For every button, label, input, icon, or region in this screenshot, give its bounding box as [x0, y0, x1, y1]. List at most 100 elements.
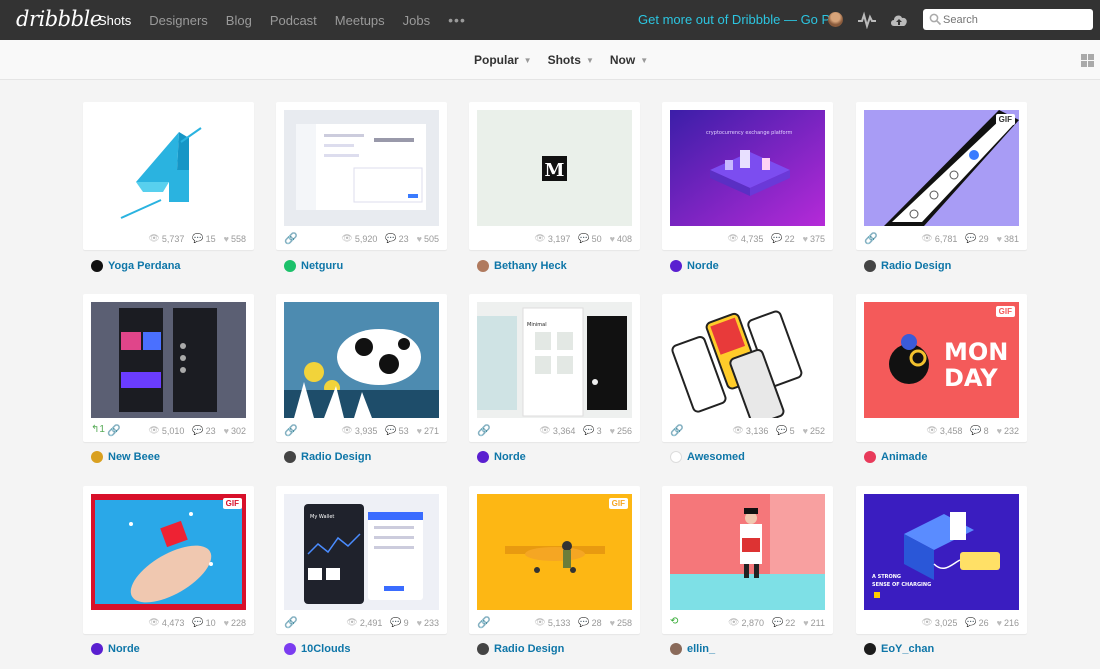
- heart-icon[interactable]: ♥: [224, 618, 229, 628]
- shot-thumbnail[interactable]: [91, 110, 246, 226]
- shot-thumbnail[interactable]: [284, 302, 439, 418]
- shot-thumbnail[interactable]: GIF: [864, 110, 1019, 226]
- heart-icon[interactable]: ♥: [803, 234, 808, 244]
- shot-author[interactable]: Radio Design: [477, 643, 564, 655]
- rebound-indicator[interactable]: ⟲: [670, 616, 678, 627]
- shot-author[interactable]: Radio Design: [284, 451, 371, 463]
- dribbble-logo[interactable]: dribbble: [16, 7, 102, 31]
- heart-icon[interactable]: ♥: [417, 426, 422, 436]
- shot-thumbnail[interactable]: [91, 302, 246, 418]
- attachment-link-icon[interactable]: 🔗: [864, 232, 878, 245]
- author-name[interactable]: Norde: [687, 260, 719, 272]
- grid-view-icon[interactable]: [1081, 54, 1094, 67]
- user-avatar[interactable]: [828, 12, 843, 27]
- shot-thumbnail[interactable]: M: [477, 110, 632, 226]
- author-name[interactable]: Yoga Perdana: [108, 260, 181, 272]
- shot-card[interactable]: 👁 5,737 💬 15 ♥ 558: [83, 102, 254, 250]
- shot-thumbnail[interactable]: GIF: [91, 494, 246, 610]
- heart-icon[interactable]: ♥: [417, 618, 422, 628]
- author-name[interactable]: Bethany Heck: [494, 260, 567, 272]
- heart-icon[interactable]: ♥: [997, 234, 1002, 244]
- shot-card[interactable]: GIF 🔗 👁 5,133 💬 28 ♥ 258: [469, 486, 640, 634]
- shot-card[interactable]: ↰1 🔗 👁 5,010 💬 23 ♥ 302: [83, 294, 254, 442]
- author-name[interactable]: New Beee: [108, 451, 160, 463]
- shot-thumbnail[interactable]: My Wallet: [284, 494, 439, 610]
- shot-author[interactable]: Norde: [477, 451, 526, 463]
- shot-thumbnail[interactable]: [284, 110, 439, 226]
- author-name[interactable]: Norde: [108, 643, 140, 655]
- shot-author[interactable]: 10Clouds: [284, 643, 351, 655]
- activity-icon[interactable]: [857, 11, 877, 29]
- attachment-link-icon[interactable]: 🔗: [477, 616, 491, 629]
- shot-card[interactable]: ⟲ 👁 2,870 💬 22 ♥ 211: [662, 486, 833, 634]
- attachment-link-icon[interactable]: 🔗: [477, 424, 491, 437]
- attachment-link-icon[interactable]: 🔗: [670, 424, 684, 437]
- attachment-link-icon[interactable]: 🔗: [284, 616, 298, 629]
- shot-card[interactable]: My Wallet 🔗 👁 2,491 💬 9 ♥ 233: [276, 486, 447, 634]
- nav-jobs[interactable]: Jobs: [403, 13, 430, 28]
- shot-thumbnail[interactable]: [670, 302, 825, 418]
- shot-thumbnail[interactable]: MON DAY GIF: [864, 302, 1019, 418]
- shot-thumbnail[interactable]: Minimal: [477, 302, 632, 418]
- nav-meetups[interactable]: Meetups: [335, 13, 385, 28]
- shot-card[interactable]: M 👁 3,197 💬 50 ♥ 408: [469, 102, 640, 250]
- author-name[interactable]: Animade: [881, 451, 927, 463]
- author-name[interactable]: Radio Design: [301, 451, 371, 463]
- heart-icon[interactable]: ♥: [803, 426, 808, 436]
- shot-thumbnail[interactable]: [670, 494, 825, 610]
- shot-card[interactable]: Minimal 🔗 👁 3,364 💬 3 ♥ 256: [469, 294, 640, 442]
- heart-icon[interactable]: ♥: [224, 234, 229, 244]
- filter-popular[interactable]: Popular ▼: [474, 53, 532, 67]
- heart-icon[interactable]: ♥: [997, 618, 1002, 628]
- shot-author[interactable]: Netguru: [284, 260, 343, 272]
- nav-podcast[interactable]: Podcast: [270, 13, 317, 28]
- author-name[interactable]: ellin_: [687, 643, 715, 655]
- rebound-indicator[interactable]: ↰1: [91, 424, 105, 435]
- more-menu-icon[interactable]: •••: [448, 12, 466, 28]
- heart-icon[interactable]: ♥: [610, 234, 615, 244]
- heart-icon[interactable]: ♥: [224, 426, 229, 436]
- nav-blog[interactable]: Blog: [226, 13, 252, 28]
- author-name[interactable]: 10Clouds: [301, 643, 351, 655]
- nav-shots[interactable]: Shots: [98, 13, 131, 28]
- shot-author[interactable]: ellin_: [670, 643, 715, 655]
- upload-cloud-icon[interactable]: [889, 11, 909, 29]
- shot-author[interactable]: Awesomed: [670, 451, 745, 463]
- author-name[interactable]: EoY_chan: [881, 643, 934, 655]
- shot-author[interactable]: Norde: [670, 260, 719, 272]
- heart-icon[interactable]: ♥: [997, 426, 1002, 436]
- shot-thumbnail[interactable]: A STRONG SENSE OF CHARGING: [864, 494, 1019, 610]
- shot-card[interactable]: 🔗 👁 3,935 💬 53 ♥ 271: [276, 294, 447, 442]
- shot-author[interactable]: New Beee: [91, 451, 160, 463]
- author-name[interactable]: Awesomed: [687, 451, 745, 463]
- author-name[interactable]: Norde: [494, 451, 526, 463]
- shot-card[interactable]: 🔗 👁 3,136 💬 5 ♥ 252: [662, 294, 833, 442]
- author-name[interactable]: Radio Design: [881, 260, 951, 272]
- filter-now[interactable]: Now ▼: [610, 53, 648, 67]
- shot-card[interactable]: A STRONG SENSE OF CHARGING 👁 3,025 💬 26 ♥ 2…: [856, 486, 1027, 634]
- heart-icon[interactable]: ♥: [610, 618, 615, 628]
- shot-thumbnail[interactable]: GIF: [477, 494, 632, 610]
- heart-icon[interactable]: ♥: [803, 618, 808, 628]
- shot-card[interactable]: GIF 👁 4,473 💬 10 ♥ 228: [83, 486, 254, 634]
- attachment-link-icon[interactable]: 🔗: [284, 232, 298, 245]
- heart-icon[interactable]: ♥: [417, 234, 422, 244]
- shot-author[interactable]: Bethany Heck: [477, 260, 567, 272]
- go-pro-link[interactable]: Get more out of Dribbble — Go Pro: [638, 12, 842, 27]
- shot-author[interactable]: Animade: [864, 451, 927, 463]
- filter-shots[interactable]: Shots ▼: [548, 53, 594, 67]
- shot-card[interactable]: MON DAY GIF 👁 3,458 💬 8 ♥ 232: [856, 294, 1027, 442]
- author-name[interactable]: Radio Design: [494, 643, 564, 655]
- attachment-link-icon[interactable]: 🔗: [284, 424, 298, 437]
- shot-thumbnail[interactable]: cryptocurrency exchange platform: [670, 110, 825, 226]
- heart-icon[interactable]: ♥: [610, 426, 615, 436]
- shot-author[interactable]: Yoga Perdana: [91, 260, 181, 272]
- shot-author[interactable]: Radio Design: [864, 260, 951, 272]
- attachment-link-icon[interactable]: 🔗: [107, 424, 121, 437]
- shot-card[interactable]: GIF 🔗 👁 6,781 💬 29 ♥ 381: [856, 102, 1027, 250]
- shot-card[interactable]: 🔗 👁 5,920 💬 23 ♥ 505: [276, 102, 447, 250]
- shot-card[interactable]: cryptocurrency exchange platform 👁 4,735 …: [662, 102, 833, 250]
- nav-designers[interactable]: Designers: [149, 13, 208, 28]
- search-input[interactable]: [943, 11, 1088, 28]
- shot-author[interactable]: Norde: [91, 643, 140, 655]
